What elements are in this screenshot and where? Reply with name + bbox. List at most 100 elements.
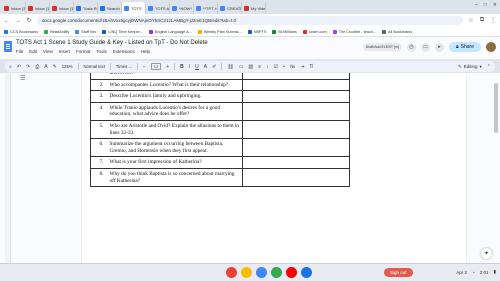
answer-cell[interactable] (242, 168, 350, 188)
menu-item-tools[interactable]: Tools (96, 49, 107, 54)
bookmark-item[interactable]: Staff Info (75, 29, 96, 34)
decrease-font-icon[interactable]: − (143, 64, 146, 70)
link-icon[interactable]: ⛓ (227, 64, 233, 70)
italic-icon[interactable]: I (189, 64, 190, 70)
menu-item-view[interactable]: View (43, 49, 53, 54)
menu-item-insert[interactable]: Insert (59, 49, 70, 54)
spellcheck-icon[interactable]: A (44, 64, 47, 70)
menu-item-extensions[interactable]: Extensions (113, 49, 135, 54)
browser-tab[interactable]: Search r... (98, 2, 122, 14)
bookmark-item[interactable]: All Bookmarks (382, 29, 412, 34)
browser-tab[interactable]: **TPT H... (194, 2, 218, 14)
answer-cell[interactable] (242, 138, 350, 158)
bookmark-item[interactable]: Learn.com (302, 29, 327, 34)
browser-tab[interactable]: TOTS Act... (146, 2, 170, 14)
question-text[interactable]: What is your first impression of Katheri… (106, 156, 243, 170)
undo-icon[interactable]: ↶ (17, 64, 21, 70)
document-canvas[interactable]: ☰ known for? 2. Who accompanies Lucentio? … (0, 73, 500, 263)
answer-cell[interactable] (242, 101, 350, 122)
answer-cell[interactable] (242, 120, 350, 140)
style-select[interactable]: Normal text (84, 64, 105, 69)
bookmark-item[interactable]: English Language A... (148, 29, 192, 34)
paint-format-icon[interactable]: ✎ (53, 64, 57, 70)
text-color-icon[interactable]: A (204, 64, 207, 70)
browser-tab[interactable]: Tusla Re... (74, 2, 98, 14)
docs-logo-icon[interactable] (4, 41, 12, 52)
image-icon[interactable]: ▨ (248, 64, 253, 70)
question-text[interactable]: Why do you think Baptista is so concerne… (106, 168, 243, 188)
meet-icon[interactable]: ▸ (434, 42, 444, 52)
highlight-icon[interactable]: ✐ (212, 64, 216, 70)
minimize-button[interactable]: – (475, 2, 478, 8)
zoom-select[interactable]: 125% (62, 64, 73, 69)
files-app-icon[interactable] (301, 267, 312, 278)
question-text[interactable]: Who accompanies Lucentio? What is their … (106, 78, 243, 92)
bookmark-item[interactable]: The Crucible - teach... (332, 29, 376, 34)
browser-tab[interactable]: *NOW* I... (170, 2, 194, 14)
document-outline-icon[interactable]: ☰ (20, 75, 25, 82)
answer-cell[interactable] (242, 156, 350, 170)
star-icon[interactable]: ☆ (468, 17, 474, 24)
browser-tab[interactable]: My Video... (242, 2, 266, 14)
menu-item-help[interactable]: Help (141, 49, 150, 54)
forward-icon[interactable]: → (15, 18, 21, 24)
answer-cell[interactable] (242, 90, 350, 103)
share-button[interactable]: 🔒︎ Share (448, 42, 481, 52)
search-menus-icon[interactable]: ⌕ (9, 64, 12, 70)
url-input[interactable]: docs.google.com/document/d/1BAhVxx5gcyjD… (37, 16, 463, 25)
youtube-app-icon[interactable] (286, 267, 297, 278)
gmail-app-icon[interactable] (241, 267, 252, 278)
maximize-button[interactable]: □ (484, 2, 487, 8)
bookmark-item[interactable]: BOWMans (272, 29, 297, 34)
docs-app-icon[interactable] (256, 267, 267, 278)
menu-item-format[interactable]: Format (76, 49, 90, 54)
bullet-list-icon[interactable]: • (283, 64, 285, 70)
editing-mode-select[interactable]: ✎ Editing ▾ (458, 64, 482, 70)
chrome-app-icon[interactable] (226, 267, 237, 278)
line-spacing-icon[interactable]: ↕ (266, 64, 269, 70)
print-icon[interactable]: ⎙ (35, 64, 39, 70)
checklist-icon[interactable]: ☑ (274, 64, 278, 70)
question-text[interactable]: Describe Lucentio's family and upbringin… (106, 90, 243, 103)
answer-cell[interactable] (242, 78, 350, 92)
reload-icon[interactable]: ↻ (26, 17, 32, 24)
question-text[interactable]: Who are Aristotle and Ovid? Explain the … (106, 120, 243, 140)
bookmark-item[interactable]: ReadAbility (44, 29, 69, 34)
document-page[interactable]: known for? 2. Who accompanies Lucentio? Wh… (82, 73, 466, 263)
font-select[interactable]: Times ... (116, 64, 132, 69)
browser-tab[interactable]: Inbox (1) (50, 2, 74, 14)
back-icon[interactable]: ← (4, 18, 10, 24)
close-window-button[interactable]: ✕ (493, 2, 497, 8)
comment-icon[interactable]: ▭ (239, 64, 244, 70)
browser-tab[interactable]: Inbox (1) (26, 2, 50, 14)
browser-tab[interactable]: Inbox (3) (2, 2, 26, 14)
redo-icon[interactable]: ↷ (26, 64, 30, 70)
menu-item-file[interactable]: File (16, 49, 23, 54)
bookmark-item[interactable]: LINQ Time Keeper... (102, 29, 143, 34)
document-title[interactable]: TOTS Act 1 Scene 1 Study Guide & Key - L… (16, 40, 208, 46)
bold-icon[interactable]: B (180, 64, 184, 70)
indent-icon[interactable]: ⇥ (300, 64, 304, 70)
history-icon[interactable]: ◷ (406, 42, 416, 52)
bookmark-item[interactable]: Weekly Plan Submis... (197, 29, 242, 34)
sign-out-button[interactable]: Sign out (384, 268, 413, 277)
bookmark-item[interactable]: CCS Bookmarks (4, 29, 38, 34)
numbered-list-icon[interactable]: № (290, 64, 295, 70)
increase-font-icon[interactable]: + (166, 64, 169, 70)
font-size-input[interactable]: 12 (150, 63, 162, 70)
system-tray[interactable]: Apr 2 ◔ 2:01 ▮ (456, 269, 496, 275)
bookmark-item[interactable]: NBPTS (247, 29, 266, 34)
draft-label[interactable]: Draft/Add ELEXP (m) (362, 43, 402, 51)
scrollbar[interactable] (494, 83, 498, 133)
explore-button[interactable]: ✦ (481, 248, 492, 259)
comments-icon[interactable]: ▭ (420, 42, 430, 52)
menu-icon[interactable]: ⋮ (490, 17, 496, 24)
browser-tab[interactable]: CREATE... (218, 2, 242, 14)
browser-tab[interactable]: TOTS (122, 2, 146, 14)
collapse-menu-icon[interactable]: ⌃ (487, 64, 491, 70)
avatar[interactable] (486, 42, 496, 52)
underline-icon[interactable]: U (195, 64, 199, 70)
question-text[interactable]: Summarize the argument occurring between… (106, 138, 243, 158)
align-icon[interactable]: ≡ (258, 64, 261, 70)
extensions-icon[interactable]: ⧉ (479, 17, 485, 24)
